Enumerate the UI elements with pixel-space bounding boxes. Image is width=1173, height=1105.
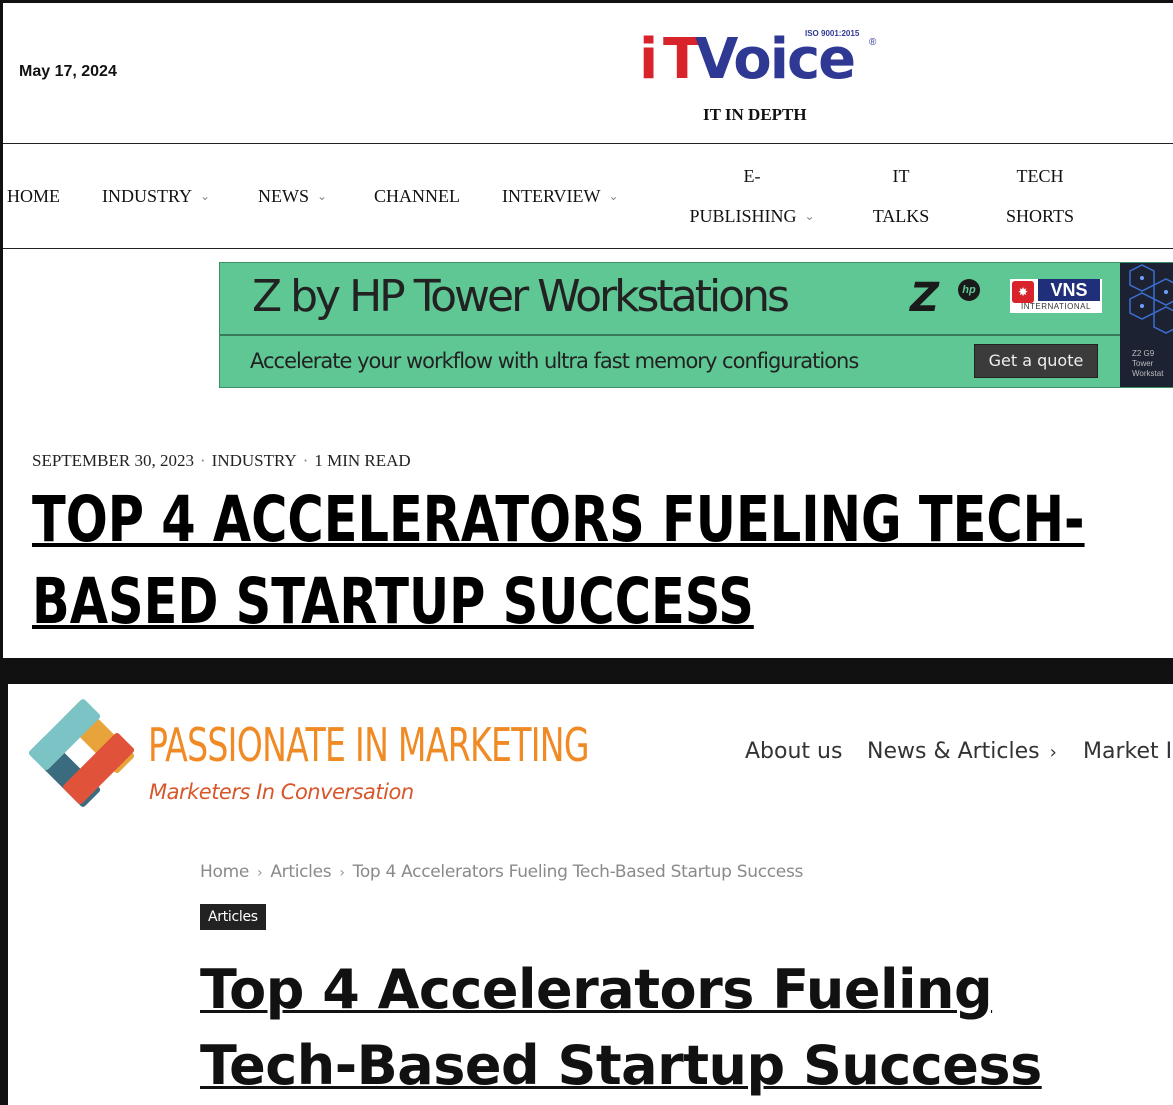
nav-it-talks-line2: TALKS — [872, 206, 930, 226]
meta-separator: · — [302, 451, 309, 470]
nav-news[interactable]: NEWS ⌄ — [258, 186, 327, 207]
chevron-right-icon: › — [1049, 742, 1057, 763]
breadcrumb-home[interactable]: Home — [200, 862, 249, 882]
chevron-right-icon: › — [339, 865, 345, 881]
chevron-down-icon: ⌄ — [200, 189, 211, 203]
nav-interview-label: INTERVIEW — [502, 186, 601, 206]
nav-interview[interactable]: INTERVIEW ⌄ — [502, 186, 619, 207]
nav-e-publishing[interactable]: E- PUBLISHING ⌄ — [677, 156, 827, 238]
nav-it-talks-line1: IT — [892, 166, 910, 186]
meta-separator: · — [200, 451, 206, 470]
ad-title: Z by HP Tower Workstations — [252, 271, 790, 322]
nav-industry[interactable]: INDUSTRY ⌄ — [102, 186, 210, 207]
hexagon-pattern-icon — [1129, 264, 1173, 334]
nav-home[interactable]: HOME — [7, 186, 60, 207]
ad-product-caption: Z2 G9 Tower Workstat — [1132, 349, 1164, 378]
main-nav: HOME INDUSTRY ⌄ NEWS ⌄ CHANNEL INTERVIEW ⌄ … — [3, 144, 1173, 249]
ad-subtitle: Accelerate your workflow with ultra fast… — [250, 349, 859, 373]
nav-market[interactable]: Market I — [1083, 739, 1172, 764]
vns-emblem-icon: ✸ — [1012, 281, 1034, 303]
article-meta: SEPTEMBER 30, 2023 · INDUSTRY · 1 MIN READ — [32, 451, 411, 471]
article-date: SEPTEMBER 30, 2023 — [32, 451, 194, 470]
z-brand-logo: Z — [910, 275, 940, 321]
article-read-time: 1 MIN READ — [314, 451, 411, 470]
ad-divider — [220, 334, 1120, 336]
chevron-right-icon: › — [257, 865, 263, 881]
breadcrumb-current: Top 4 Accelerators Fueling Tech-Based St… — [352, 862, 804, 882]
hp-ad-banner[interactable]: Z by HP Tower Workstations Z hp ✸ VNS IN… — [219, 262, 1173, 388]
chevron-down-icon: ⌄ — [804, 209, 815, 223]
chevron-down-icon: ⌄ — [608, 189, 619, 203]
hp-logo-icon: hp — [958, 279, 980, 301]
nav-channel-label: CHANNEL — [374, 186, 460, 206]
nav-news-articles[interactable]: News & Articles › — [867, 739, 1057, 764]
itvoice-panel: May 17, 2024 i T Voice ISO 9001:2015 ® I… — [3, 3, 1173, 658]
nav-e-publishing-line1: E- — [743, 166, 761, 186]
pim-logo-name[interactable]: PASSIONATE IN MARKETING — [148, 718, 590, 772]
article-category[interactable]: INDUSTRY — [212, 451, 297, 470]
current-date: May 17, 2024 — [19, 63, 117, 80]
passionate-in-marketing-panel: PASSIONATE IN MARKETING Marketers In Con… — [8, 684, 1173, 1105]
nav-e-publishing-line2: PUBLISHING — [689, 206, 797, 226]
site-header: May 17, 2024 i T Voice ISO 9001:2015 ® I… — [3, 3, 1173, 144]
nav-news-articles-label: News & Articles — [867, 739, 1040, 764]
nav-channel[interactable]: CHANNEL — [374, 186, 460, 207]
nav-tech-shorts-line2: SHORTS — [1006, 206, 1074, 226]
get-quote-button[interactable]: Get a quote — [974, 344, 1098, 378]
breadcrumb-articles[interactable]: Articles — [270, 862, 331, 882]
nav-home-label: HOME — [7, 186, 60, 206]
nav-tech-shorts-line1: TECH — [1016, 166, 1064, 186]
nav-it-talks[interactable]: IT TALKS — [863, 156, 939, 236]
pim-logo-icon[interactable] — [22, 692, 144, 814]
article-headline[interactable]: Top 4 Accelerators Fueling Tech-Based St… — [200, 952, 1160, 1104]
site-tagline: IT IN DEPTH — [703, 105, 807, 124]
nav-tech-shorts[interactable]: TECH SHORTS — [998, 156, 1082, 236]
logo-letter-t: T — [663, 27, 701, 92]
vns-logo: ✸ VNS INTERNATIONAL — [1010, 279, 1102, 313]
vns-name: VNS — [1038, 279, 1100, 301]
chevron-down-icon: ⌄ — [317, 189, 328, 203]
vns-subtitle: INTERNATIONAL — [1021, 302, 1091, 311]
logo-letter-i: i — [639, 27, 658, 92]
nav-industry-label: INDUSTRY — [102, 186, 193, 206]
breadcrumb: Home › Articles › Top 4 Accelerators Fueling… — [200, 862, 803, 882]
iso-badge: ISO 9001:2015 — [805, 29, 860, 38]
ad-product-image: Z2 G9 Tower Workstat — [1120, 263, 1173, 387]
itvoice-logo[interactable]: i T Voice ISO 9001:2015 ® — [639, 27, 884, 99]
category-badge[interactable]: Articles — [200, 904, 266, 930]
nav-news-label: NEWS — [258, 186, 309, 206]
nav-about-us[interactable]: About us — [745, 739, 842, 764]
article-headline[interactable]: TOP 4 ACCELERATORS FUELING TECH-BASED ST… — [32, 479, 1173, 643]
pim-logo-tagline: Marketers In Conversation — [149, 780, 414, 804]
registered-mark: ® — [869, 37, 877, 48]
